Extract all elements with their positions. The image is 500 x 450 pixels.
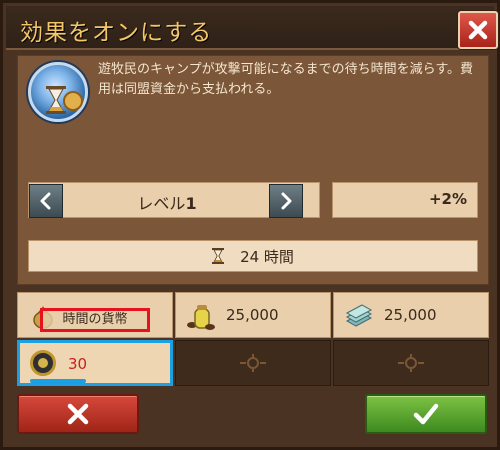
level-increase-button[interactable]	[269, 184, 303, 218]
title-bar: 効果をオンにする	[6, 6, 498, 50]
cost-oil: 25,000	[175, 292, 331, 338]
level-selector: レベル1	[28, 182, 320, 218]
time-coin-label-highlight: 時間の貨幣	[40, 308, 150, 332]
time-coin-label: 時間の貨幣	[62, 312, 128, 327]
item-slots: 30	[17, 340, 493, 386]
duration-display: 24 時間	[28, 240, 478, 272]
chevron-right-icon	[281, 192, 292, 210]
dialog-title: 効果をオンにする	[20, 20, 213, 46]
cloth-stack-icon	[345, 304, 373, 327]
item-slot-selected[interactable]: 30	[17, 340, 173, 386]
level-decrease-button[interactable]	[29, 184, 63, 218]
level-text: レベル	[137, 194, 186, 213]
close-button[interactable]	[458, 11, 498, 49]
selection-bar	[30, 379, 86, 383]
cost-row: 時間の貨幣 25,000 25,000	[17, 292, 493, 338]
camp-hourglass-icon	[28, 62, 88, 122]
close-icon	[468, 20, 488, 40]
token-count: 30	[68, 355, 88, 373]
cost-time-coins[interactable]: 時間の貨幣	[17, 292, 173, 338]
cloth-amount: 25,000	[384, 306, 437, 324]
cancel-button[interactable]	[17, 394, 139, 434]
level-number: 1	[185, 194, 197, 213]
description-panel: 遊牧民のキャンプが攻撃可能になるまでの待ち時間を減らす。費用は同盟資金から支払わ…	[17, 55, 489, 285]
item-slot-empty[interactable]	[175, 340, 331, 386]
bonus-value: +2%	[332, 182, 478, 218]
item-slot-empty[interactable]	[333, 340, 489, 386]
confirm-button[interactable]	[365, 394, 487, 434]
cost-cloth: 25,000	[333, 292, 489, 338]
effect-description: 遊牧民のキャンプが攻撃可能になるまでの待ち時間を減らす。費用は同盟資金から支払わ…	[98, 62, 474, 97]
empty-slot-icon	[398, 354, 424, 372]
oil-amount: 25,000	[226, 306, 279, 324]
level-label: レベル1	[69, 190, 265, 214]
level-row: レベル1 +2%	[28, 182, 480, 222]
checkmark-icon	[413, 403, 439, 425]
empty-slot-icon	[240, 354, 266, 372]
hourglass-icon	[212, 248, 225, 264]
oil-jar-icon	[187, 305, 215, 330]
chevron-left-icon	[40, 192, 51, 210]
duration-text: 24 時間	[240, 247, 294, 266]
close-icon	[67, 403, 89, 425]
effect-dialog: 効果をオンにする 遊牧民のキャンプが攻撃可能になるまでの待ち時間を減らす。費用は…	[0, 0, 500, 450]
alliance-token-icon	[30, 350, 56, 376]
